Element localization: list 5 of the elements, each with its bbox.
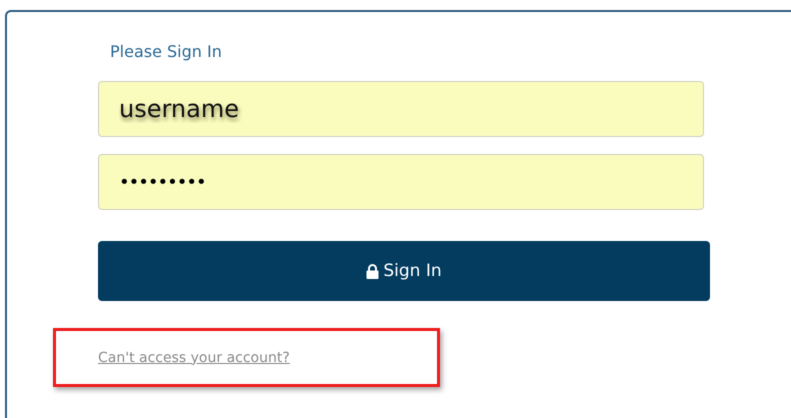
form-title: Please Sign In: [110, 41, 223, 63]
username-field[interactable]: username: [98, 81, 704, 137]
lock-icon: [366, 264, 380, 278]
sign-in-button[interactable]: Sign In: [98, 241, 710, 301]
password-field[interactable]: •••••••••: [98, 154, 704, 210]
